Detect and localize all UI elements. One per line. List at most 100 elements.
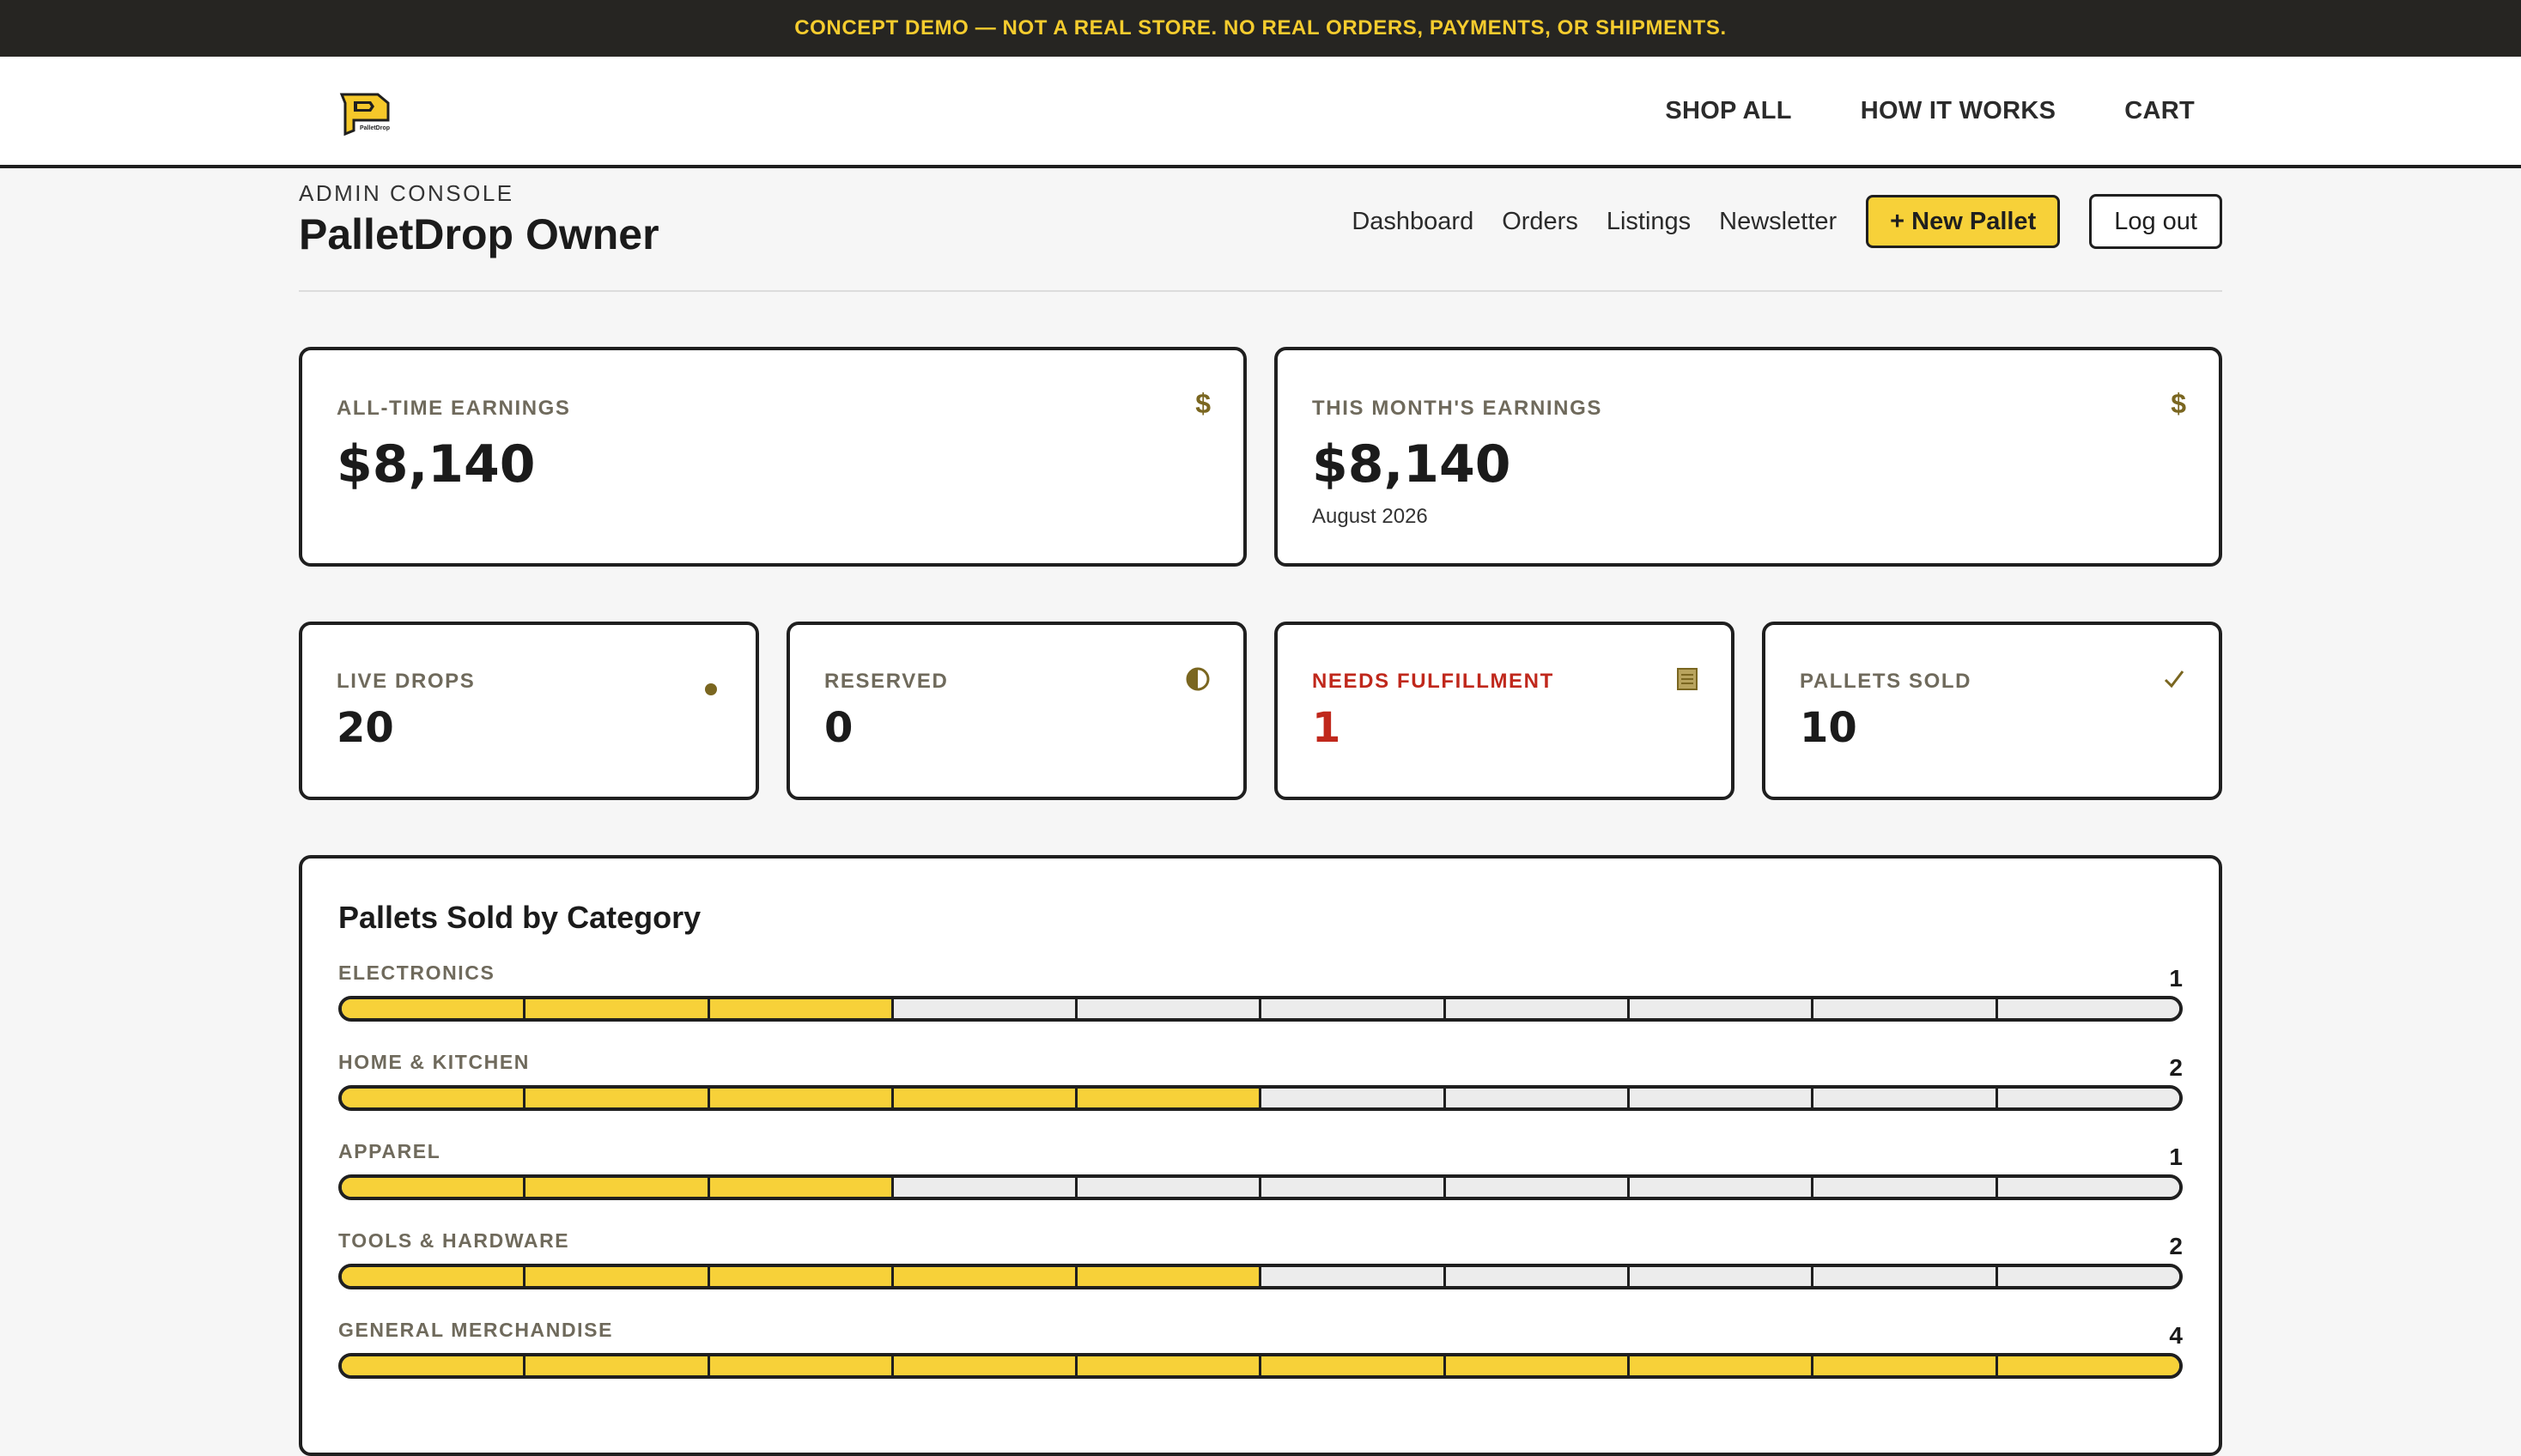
bar-segment-empty: [1813, 999, 1998, 1018]
bar-segment-empty: [1813, 1089, 1998, 1107]
chart-title: Pallets Sold by Category: [338, 900, 702, 935]
admin-nav-dashboard[interactable]: Dashboard: [1352, 208, 1473, 236]
bar-segment-filled: [1078, 1089, 1262, 1107]
nav-how-it-works[interactable]: HOW IT WORKS: [1861, 97, 2056, 125]
top-nav: PalletDrop SHOP ALL HOW IT WORKS CART: [0, 57, 2521, 168]
document-icon: [1676, 666, 1698, 698]
category-count: 2: [2169, 1233, 2183, 1259]
admin-nav: Dashboard Orders Listings Newsletter + N…: [1352, 194, 2222, 249]
live-drops-card: LIVE DROPS 20: [299, 622, 759, 800]
this-month-earnings-label: THIS MONTH'S EARNINGS: [1312, 397, 1602, 420]
all-time-earnings-card: ALL-TIME EARNINGS $ $8,140: [299, 347, 1247, 567]
pallets-sold-label: PALLETS SOLD: [1800, 670, 1972, 693]
palletdrop-logo[interactable]: PalletDrop: [333, 86, 393, 141]
this-month-earnings-card: THIS MONTH'S EARNINGS $ $8,140 August 20…: [1274, 347, 2222, 567]
category-row: GENERAL MERCHANDISE 4: [338, 1319, 2183, 1408]
bar-segment-empty: [893, 1178, 1078, 1197]
category-label: TOOLS & HARDWARE: [338, 1229, 570, 1252]
bar-segment-filled: [709, 1356, 894, 1375]
bar-segment-filled: [1445, 1356, 1631, 1375]
bar-segment-filled: [525, 1178, 710, 1197]
bar-segment-filled: [1997, 1356, 2179, 1375]
admin-nav-orders[interactable]: Orders: [1502, 208, 1578, 236]
bar-segment-empty: [1445, 1089, 1631, 1107]
category-row: HOME & KITCHEN 2: [338, 1051, 2183, 1140]
bar-segment-empty: [1261, 999, 1446, 1018]
this-month-period: August 2026: [1312, 505, 1428, 528]
bar-segment-empty: [893, 999, 1078, 1018]
demo-banner-text: CONCEPT DEMO — NOT A REAL STORE. NO REAL…: [794, 16, 1727, 39]
logout-button[interactable]: Log out: [2089, 194, 2222, 249]
this-month-earnings-value: $8,140: [1312, 434, 1511, 494]
live-drops-value: 20: [337, 704, 394, 752]
bar-segment-filled: [342, 1356, 526, 1375]
needs-fulfillment-label: NEEDS FULFILLMENT: [1312, 670, 1554, 693]
bar-segment-empty: [1630, 1267, 1814, 1286]
bar-segment-empty: [1997, 1178, 2179, 1197]
bar-segment-filled: [342, 1178, 526, 1197]
bar-segment-empty: [1997, 1267, 2179, 1286]
half-circle-icon: [1185, 666, 1211, 699]
category-row: ELECTRONICS 1: [338, 962, 2183, 1051]
admin-nav-listings[interactable]: Listings: [1607, 208, 1691, 236]
category-label: HOME & KITCHEN: [338, 1051, 531, 1073]
bar-segment-empty: [1813, 1267, 1998, 1286]
category-label: ELECTRONICS: [338, 962, 495, 984]
category-label: GENERAL MERCHANDISE: [338, 1319, 614, 1341]
needs-fulfillment-value: 1: [1312, 704, 1341, 752]
bar-segment-filled: [709, 999, 894, 1018]
bar-segment-filled: [1630, 1356, 1814, 1375]
bar-segment-empty: [1997, 999, 2179, 1018]
bar-segment-filled: [709, 1178, 894, 1197]
nav-cart[interactable]: CART: [2124, 97, 2195, 125]
bar-segment-filled: [342, 1267, 526, 1286]
bar-segment-filled: [342, 1089, 526, 1107]
nav-shop-all[interactable]: SHOP ALL: [1665, 97, 1791, 125]
category-bar: [338, 1085, 2183, 1111]
bar-segment-filled: [525, 999, 710, 1018]
bar-segment-empty: [1261, 1267, 1446, 1286]
bar-segment-filled: [893, 1089, 1078, 1107]
bar-segment-filled: [1078, 1267, 1262, 1286]
bar-segment-filled: [1813, 1356, 1998, 1375]
admin-eyebrow: ADMIN CONSOLE: [299, 180, 514, 206]
reserved-label: RESERVED: [824, 670, 949, 693]
admin-header: ADMIN CONSOLE PalletDrop Owner Dashboard…: [299, 168, 2222, 292]
all-time-earnings-label: ALL-TIME EARNINGS: [337, 397, 571, 420]
pallets-sold-value: 10: [1800, 704, 1857, 752]
bar-segment-filled: [709, 1089, 894, 1107]
top-nav-links: SHOP ALL HOW IT WORKS CART: [1665, 57, 2195, 165]
page-title: PalletDrop Owner: [299, 210, 659, 258]
bar-segment-empty: [1445, 1178, 1631, 1197]
category-chart-card: Pallets Sold by Category ELECTRONICS 1 HOM…: [299, 855, 2222, 1456]
category-count: 1: [2169, 1144, 2183, 1170]
all-time-earnings-value: $8,140: [337, 434, 536, 494]
reserved-card: RESERVED 0: [787, 622, 1247, 800]
bar-segment-empty: [1078, 999, 1262, 1018]
dot-icon: [704, 671, 718, 703]
category-count: 4: [2169, 1322, 2183, 1349]
reserved-value: 0: [824, 704, 853, 752]
needs-fulfillment-card: NEEDS FULFILLMENT 1: [1274, 622, 1734, 800]
bar-segment-empty: [1630, 1178, 1814, 1197]
category-bar: [338, 996, 2183, 1022]
category-label: APPAREL: [338, 1140, 441, 1162]
logo-text: PalletDrop: [360, 125, 390, 131]
live-drops-label: LIVE DROPS: [337, 670, 476, 693]
category-bar: [338, 1353, 2183, 1379]
category-bar: [338, 1264, 2183, 1289]
bar-segment-filled: [342, 999, 526, 1018]
admin-nav-newsletter[interactable]: Newsletter: [1719, 208, 1837, 236]
bar-segment-empty: [1261, 1089, 1446, 1107]
category-count: 1: [2169, 965, 2183, 992]
bar-segment-filled: [1261, 1356, 1446, 1375]
bar-segment-filled: [709, 1267, 894, 1286]
category-bar: [338, 1174, 2183, 1200]
demo-banner: CONCEPT DEMO — NOT A REAL STORE. NO REAL…: [0, 0, 2521, 57]
pallets-sold-card: PALLETS SOLD 10: [1762, 622, 2222, 800]
new-pallet-button[interactable]: + New Pallet: [1866, 195, 2061, 248]
bar-segment-empty: [1997, 1089, 2179, 1107]
bar-segment-empty: [1630, 999, 1814, 1018]
check-icon: [2162, 666, 2186, 698]
category-row: APPAREL 1: [338, 1140, 2183, 1229]
